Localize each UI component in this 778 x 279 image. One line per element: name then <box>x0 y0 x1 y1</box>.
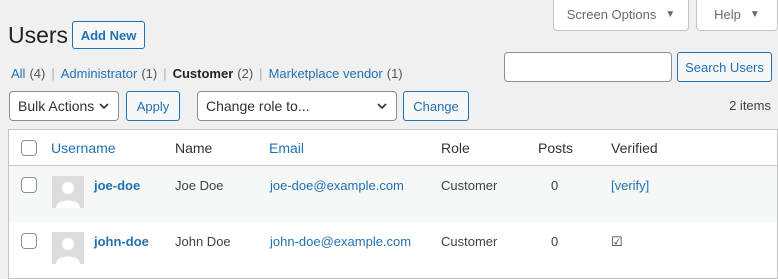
role-cell: Customer <box>441 178 498 193</box>
column-email[interactable]: Email <box>269 140 304 156</box>
column-posts: Posts <box>538 140 574 156</box>
avatar <box>52 232 84 264</box>
user-silhouette-icon <box>56 182 80 208</box>
caret-down-icon: ▼ <box>749 9 760 20</box>
role-cell: Customer <box>441 234 498 249</box>
column-role: Role <box>441 140 470 156</box>
email-link[interactable]: john-doe@example.com <box>270 234 411 249</box>
name-cell: Joe Doe <box>175 178 224 193</box>
column-name: Name <box>175 140 213 156</box>
change-role-button[interactable]: Change <box>403 91 469 121</box>
filter-all-count: (4) <box>29 66 46 81</box>
screen-options-label: Screen Options <box>566 7 657 22</box>
filter-customer-count: (2) <box>237 66 254 81</box>
screen-options-tab[interactable]: Screen Options ▼ <box>553 0 689 31</box>
page-title: Users <box>8 22 69 48</box>
filter-administrator[interactable]: Administrator <box>61 66 138 81</box>
change-role-select[interactable]: Change role to... <box>197 91 397 121</box>
users-table: Username Name Email Role Posts Verified … <box>8 129 778 279</box>
filter-administrator-count: (1) <box>141 66 158 81</box>
posts-cell: 0 <box>551 234 559 249</box>
username-link[interactable]: joe-doe <box>94 178 140 193</box>
table-header: Username Name Email Role Posts Verified <box>9 130 777 166</box>
bulk-actions-value: Bulk Actions <box>18 98 95 114</box>
select-all-checkbox[interactable] <box>21 140 37 156</box>
role-filter-links: All (4) | Administrator (1) | Customer (… <box>11 66 403 81</box>
avatar <box>52 176 84 208</box>
table-row: john-doe John Doe john-doe@example.com C… <box>9 222 777 278</box>
bulk-actions-select[interactable]: Bulk Actions <box>9 91 119 121</box>
change-role-value: Change role to... <box>206 98 310 114</box>
separator: | <box>51 66 55 81</box>
chevron-down-icon <box>99 103 109 110</box>
column-verified: Verified <box>611 140 658 156</box>
caret-down-icon: ▼ <box>665 9 676 20</box>
username-link[interactable]: john-doe <box>94 234 149 249</box>
email-link[interactable]: joe-doe@example.com <box>270 178 404 193</box>
chevron-down-icon <box>377 103 387 110</box>
search-users-button[interactable]: Search Users <box>677 52 772 82</box>
table-row: joe-doe Joe Doe joe-doe@example.com Cust… <box>9 166 777 222</box>
separator: | <box>163 66 167 81</box>
separator: | <box>259 66 263 81</box>
help-label: Help <box>714 7 741 22</box>
add-new-button[interactable]: Add New <box>72 21 145 49</box>
filter-marketplace-vendor-count: (1) <box>386 66 403 81</box>
filter-marketplace-vendor[interactable]: Marketplace vendor <box>269 66 383 81</box>
row-checkbox[interactable] <box>21 177 37 193</box>
user-silhouette-icon <box>56 238 80 264</box>
verify-link[interactable]: [verify] <box>611 178 649 193</box>
filter-customer[interactable]: Customer <box>173 66 234 81</box>
posts-cell: 0 <box>551 178 559 193</box>
items-count: 2 items <box>729 98 771 113</box>
verified-checkbox-icon: ☑ <box>611 234 623 249</box>
help-tab[interactable]: Help ▼ <box>696 0 778 31</box>
name-cell: John Doe <box>175 234 231 249</box>
apply-button[interactable]: Apply <box>126 91 180 121</box>
search-input[interactable] <box>504 52 672 82</box>
column-username[interactable]: Username <box>51 140 116 156</box>
filter-all[interactable]: All <box>11 66 25 81</box>
row-checkbox[interactable] <box>21 233 37 249</box>
